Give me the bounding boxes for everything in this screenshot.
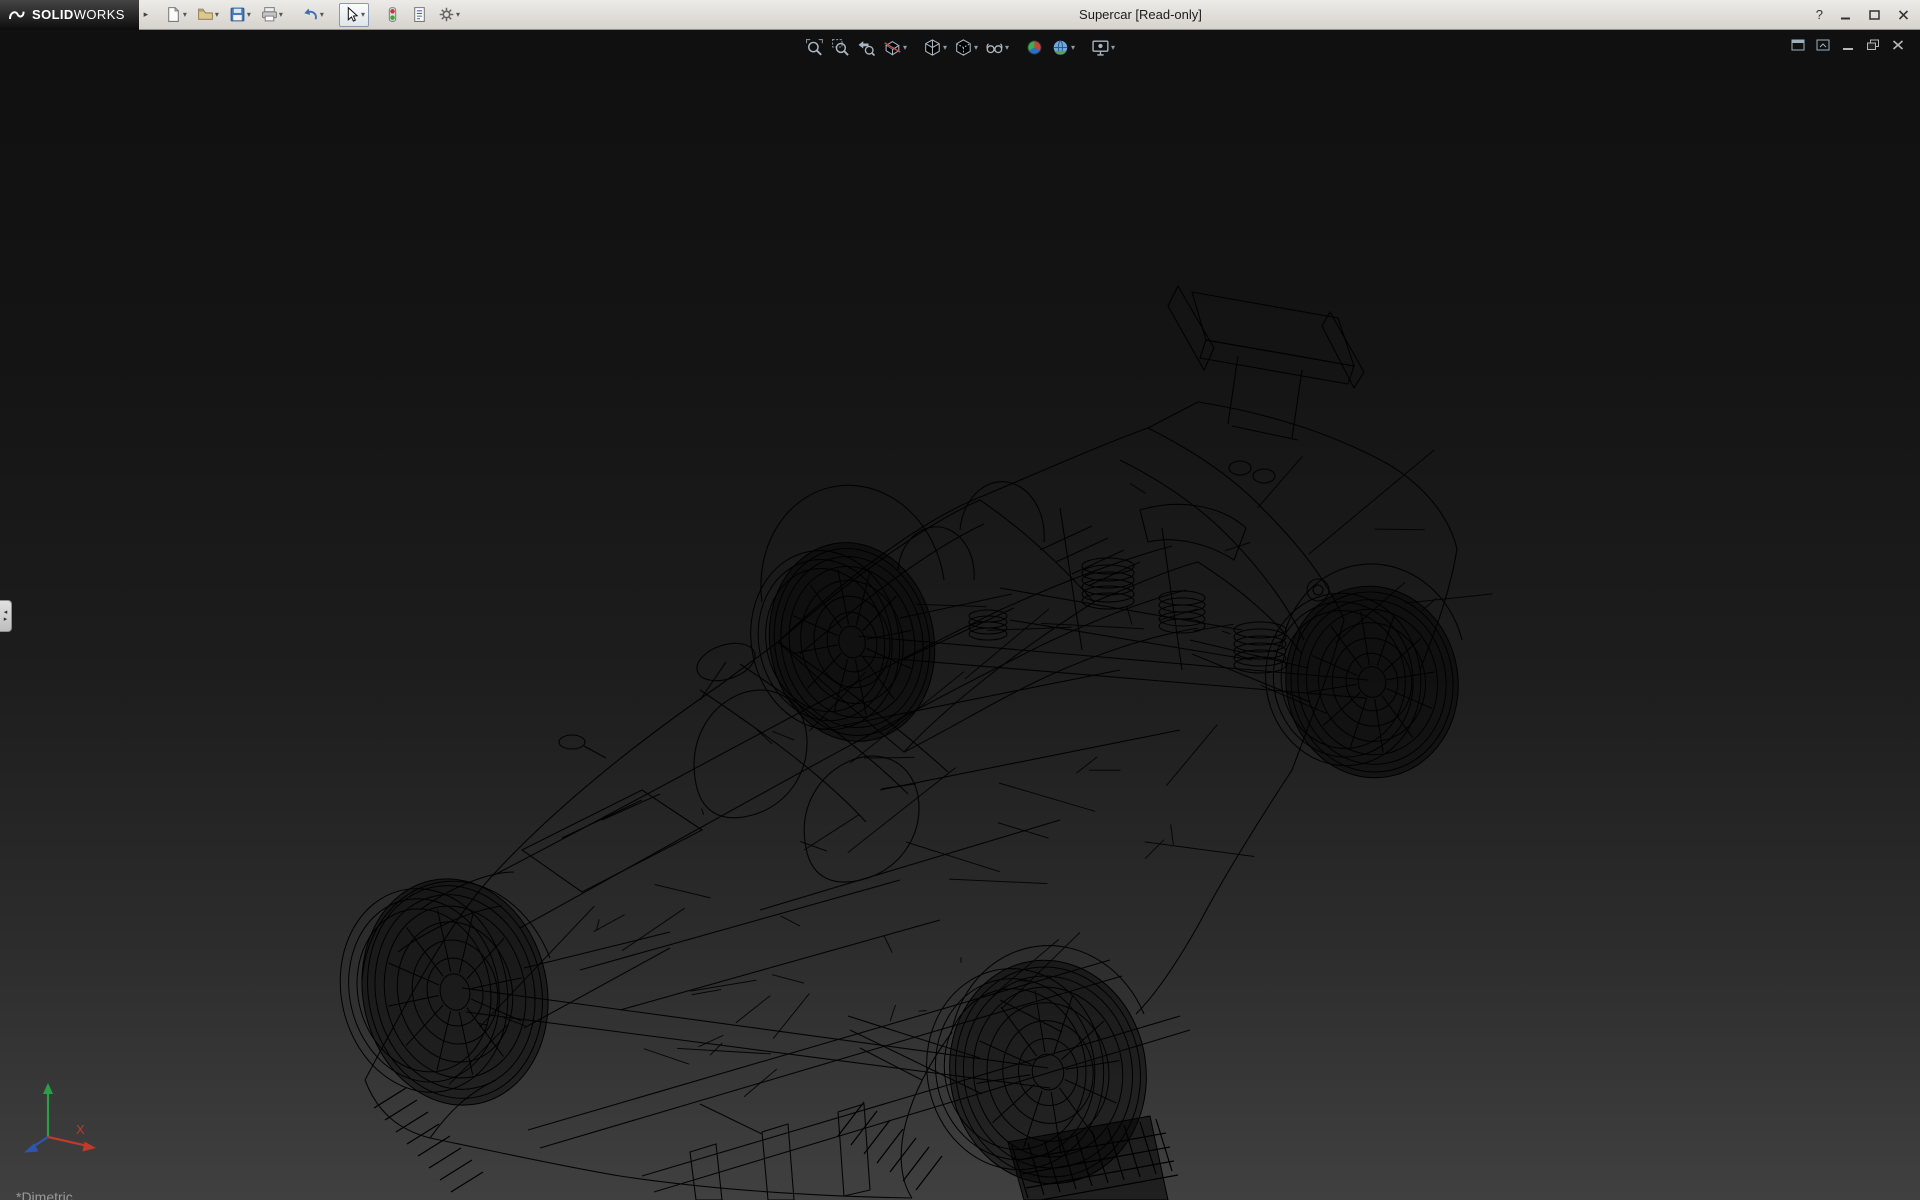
titlebar: SOLIDWORKS ▸ ▾ ▾ ▾: [0, 0, 1920, 30]
apply-scene-button[interactable]: ▾: [1049, 37, 1077, 58]
new-document-icon: [165, 6, 182, 23]
window-pane-button[interactable]: [1790, 38, 1806, 52]
view-orientation-button[interactable]: ▾: [921, 37, 949, 58]
solidworks-window: SOLIDWORKS ▸ ▾ ▾ ▾: [0, 0, 1920, 1200]
restore-document-icon: [1865, 38, 1881, 52]
select-cursor-icon: [343, 6, 360, 23]
display-style-icon: [954, 38, 973, 57]
brand-text: SOLIDWORKS: [32, 7, 125, 22]
supercar-wireframe-model[interactable]: [0, 30, 1920, 1200]
dropdown-arrow-icon[interactable]: ▾: [320, 11, 324, 19]
brand-part1: SOLID: [32, 7, 74, 22]
dropdown-arrow-icon[interactable]: ▾: [1005, 44, 1009, 52]
zoom-to-fit-button[interactable]: [803, 37, 826, 58]
file-properties-button[interactable]: [407, 3, 432, 27]
display-style-button[interactable]: ▾: [952, 37, 980, 58]
close-document-icon: [1890, 38, 1906, 52]
new-document-button[interactable]: ▾: [161, 3, 191, 27]
dropdown-arrow-icon[interactable]: ▾: [1071, 44, 1075, 52]
previous-view-button[interactable]: [855, 37, 878, 58]
dropdown-arrow-icon[interactable]: ▾: [361, 11, 365, 19]
maximize-window-button[interactable]: [1868, 9, 1881, 21]
close-icon: [1897, 9, 1910, 21]
triad-x-label: X: [76, 1122, 85, 1137]
print-icon: [261, 6, 278, 23]
maximize-icon: [1868, 9, 1881, 21]
hide-show-items-icon: [985, 38, 1004, 57]
view-settings-icon: [1091, 38, 1110, 57]
restore-document-button[interactable]: [1865, 38, 1881, 52]
dropdown-arrow-icon[interactable]: ▾: [279, 11, 283, 19]
graphics-area[interactable]: ▾ ▾ ▾ ▾: [0, 30, 1920, 1200]
previous-view-icon: [857, 38, 876, 57]
close-window-button[interactable]: [1897, 9, 1910, 21]
dropdown-arrow-icon[interactable]: ▾: [974, 44, 978, 52]
zoom-to-area-icon: [831, 38, 850, 57]
main-toolbar: ▾ ▾ ▾ ▾: [161, 3, 464, 27]
view-orientation-icon: [923, 38, 942, 57]
file-properties-icon: [411, 6, 428, 23]
save-icon: [229, 6, 246, 23]
undo-icon: [302, 6, 319, 23]
options-button[interactable]: ▾: [434, 3, 464, 27]
open-button[interactable]: ▾: [193, 3, 223, 27]
minimize-icon: [1839, 9, 1852, 21]
edit-appearance-icon: [1025, 38, 1044, 57]
edit-appearance-button[interactable]: [1023, 37, 1046, 58]
heads-up-view-toolbar: ▾ ▾ ▾ ▾: [803, 37, 1117, 58]
zoom-to-area-button[interactable]: [829, 37, 852, 58]
close-document-button[interactable]: [1890, 38, 1906, 52]
view-orientation-label: *Dimetric: [16, 1189, 73, 1200]
solidworks-logo: SOLIDWORKS: [0, 0, 139, 30]
section-view-button[interactable]: ▾: [881, 37, 909, 58]
minimize-document-button[interactable]: [1840, 38, 1856, 52]
dropdown-arrow-icon[interactable]: ▾: [247, 11, 251, 19]
apply-scene-icon: [1051, 38, 1070, 57]
toolbar-separator: [371, 3, 378, 27]
menu-expand-button[interactable]: ▸: [139, 0, 153, 30]
dropdown-arrow-icon[interactable]: ▾: [215, 11, 219, 19]
expand-arrow-icon: ▸: [4, 616, 8, 623]
triad-icon: X: [12, 1079, 104, 1155]
dropdown-arrow-icon[interactable]: ▾: [903, 44, 907, 52]
dropdown-arrow-icon[interactable]: ▾: [943, 44, 947, 52]
help-button[interactable]: ?: [1816, 7, 1823, 22]
minimize-window-button[interactable]: [1839, 9, 1852, 21]
view-settings-button[interactable]: ▾: [1089, 37, 1117, 58]
window-title: Supercar [Read-only]: [1079, 7, 1202, 22]
window-pane-icon: [1790, 38, 1806, 52]
minimize-document-icon: [1840, 38, 1856, 52]
save-button[interactable]: ▾: [225, 3, 255, 27]
toolbar-separator: [289, 3, 296, 27]
document-window-controls: [1790, 38, 1906, 52]
rebuild-button[interactable]: [380, 3, 405, 27]
options-gear-icon: [438, 6, 455, 23]
select-button[interactable]: ▾: [339, 3, 369, 27]
print-button[interactable]: ▾: [257, 3, 287, 27]
orientation-triad: X: [12, 1079, 104, 1160]
window-controls: ?: [1816, 7, 1920, 22]
dropdown-arrow-icon[interactable]: ▾: [183, 11, 187, 19]
dropdown-arrow-icon[interactable]: ▾: [1111, 44, 1115, 52]
toolbar-separator: [330, 3, 337, 27]
undo-button[interactable]: ▾: [298, 3, 328, 27]
open-folder-icon: [197, 6, 214, 23]
collapse-arrow-icon: ◂: [4, 609, 8, 616]
solidworks-logo-icon: [8, 7, 26, 23]
rebuild-icon: [384, 6, 401, 23]
zoom-to-fit-icon: [805, 38, 824, 57]
dropdown-arrow-icon[interactable]: ▾: [456, 11, 460, 19]
featuremanager-collapsed-tab[interactable]: ◂ ▸: [0, 600, 12, 632]
hide-show-items-button[interactable]: ▾: [983, 37, 1011, 58]
window-float-button[interactable]: [1815, 38, 1831, 52]
brand-part2: WORKS: [74, 7, 125, 22]
section-view-icon: [883, 38, 902, 57]
window-float-icon: [1815, 38, 1831, 52]
